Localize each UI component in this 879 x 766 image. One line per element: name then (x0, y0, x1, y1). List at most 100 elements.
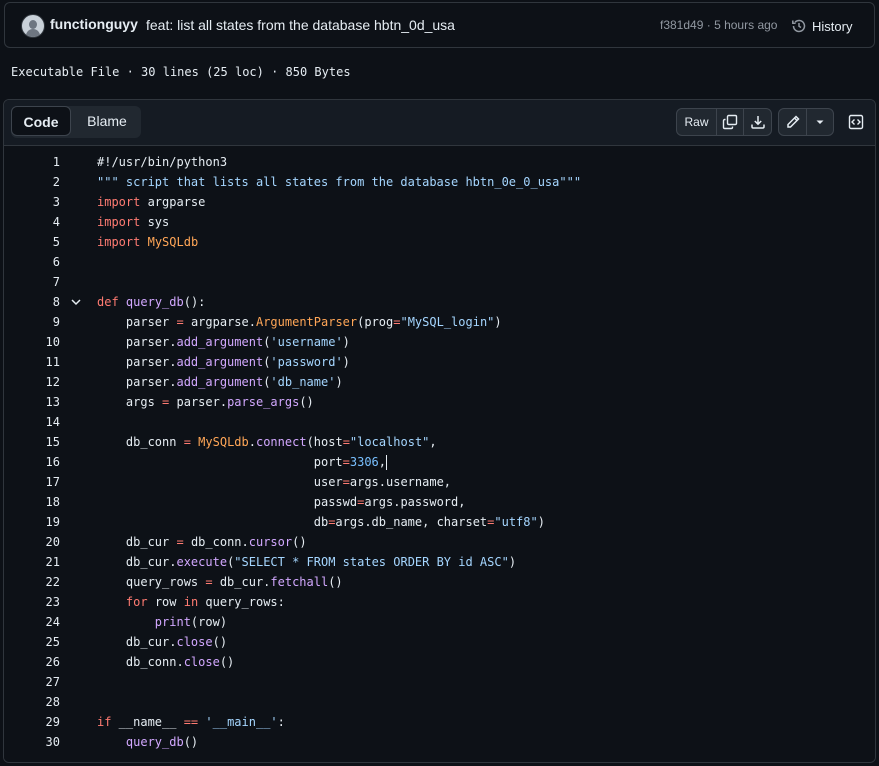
code-line[interactable]: 7 (4, 272, 875, 292)
code-text: import sys (97, 212, 169, 232)
line-number[interactable]: 8 (4, 292, 60, 312)
code-line[interactable]: 27 (4, 672, 875, 692)
code-line[interactable]: 19 db=args.db_name, charset="utf8") (4, 512, 875, 532)
code-line[interactable]: 21 db_cur.execute("SELECT * FROM states … (4, 552, 875, 572)
code-lines[interactable]: 1 #!/usr/bin/python3 2 """ script that list… (4, 146, 875, 762)
line-number[interactable]: 2 (4, 172, 60, 192)
code-token: sys (140, 215, 170, 229)
code-token: user (97, 475, 343, 489)
edit-file-button[interactable] (779, 109, 807, 135)
code-line[interactable]: 15 db_conn = MySQLdb.connect(host="local… (4, 432, 875, 452)
raw-button[interactable]: Raw (677, 109, 717, 135)
line-number[interactable]: 20 (4, 532, 60, 552)
line-number[interactable]: 26 (4, 652, 60, 672)
line-number[interactable]: 22 (4, 572, 60, 592)
line-number[interactable]: 10 (4, 332, 60, 352)
code-line[interactable]: 22 query_rows = db_cur.fetchall() (4, 572, 875, 592)
code-token: db_cur. (212, 575, 271, 589)
line-number[interactable]: 27 (4, 672, 60, 692)
line-number[interactable]: 30 (4, 732, 60, 752)
code-line[interactable]: 9 parser = argparse.ArgumentParser(prog=… (4, 312, 875, 332)
code-line[interactable]: 28 (4, 692, 875, 712)
code-token: = (176, 535, 184, 549)
code-line[interactable]: 29 if __name__ == '__main__': (4, 712, 875, 732)
copy-raw-button[interactable] (717, 109, 744, 135)
code-line[interactable]: 25 db_cur.close() (4, 632, 875, 652)
code-token: args (97, 395, 163, 409)
code-token: query_db (125, 295, 184, 309)
commit-message-link[interactable]: feat: list all states from the database … (146, 17, 455, 33)
line-number[interactable]: 6 (4, 252, 60, 272)
code-line[interactable]: 24 print(row) (4, 612, 875, 632)
code-line[interactable]: 5 import MySQLdb (4, 232, 875, 252)
line-number[interactable]: 5 (4, 232, 60, 252)
code-token: . (248, 435, 256, 449)
code-token: == (183, 715, 199, 729)
history-button[interactable]: History (791, 16, 852, 36)
line-number[interactable]: 24 (4, 612, 60, 632)
line-number[interactable]: 9 (4, 312, 60, 332)
line-number[interactable]: 3 (4, 192, 60, 212)
code-line[interactable]: 23 for row in query_rows: (4, 592, 875, 612)
fold-chevron-down-icon[interactable] (70, 296, 82, 308)
code-line[interactable]: 8 def query_db(): (4, 292, 875, 312)
code-line[interactable]: 12 parser.add_argument('db_name') (4, 372, 875, 392)
code-line[interactable]: 13 args = parser.parse_args() (4, 392, 875, 412)
code-token: "utf8" (494, 515, 538, 529)
line-number[interactable]: 4 (4, 212, 60, 232)
code-line[interactable]: 17 user=args.username, (4, 472, 875, 492)
code-line[interactable]: 11 parser.add_argument('password') (4, 352, 875, 372)
line-number[interactable]: 13 (4, 392, 60, 412)
line-number[interactable]: 18 (4, 492, 60, 512)
code-token: ) (494, 315, 502, 329)
line-number[interactable]: 25 (4, 632, 60, 652)
line-number[interactable]: 11 (4, 352, 60, 372)
code-line[interactable]: 3 import argparse (4, 192, 875, 212)
line-number[interactable]: 1 (4, 152, 60, 172)
line-number[interactable]: 23 (4, 592, 60, 612)
line-number[interactable]: 7 (4, 272, 60, 292)
code-token: db_cur. (97, 555, 177, 569)
code-line[interactable]: 4 import sys (4, 212, 875, 232)
code-token: parser. (97, 375, 177, 389)
commit-author-link[interactable]: functionguyy (50, 16, 138, 32)
code-line[interactable]: 26 db_conn.close() (4, 652, 875, 672)
code-line[interactable]: 6 (4, 252, 875, 272)
code-token: MySQLdb (198, 435, 249, 449)
line-number[interactable]: 21 (4, 552, 60, 572)
code-line[interactable]: 18 passwd=args.password, (4, 492, 875, 512)
code-line[interactable]: 30 query_db() (4, 732, 875, 752)
code-token: args.password, (364, 495, 466, 509)
line-number[interactable]: 29 (4, 712, 60, 732)
line-number[interactable]: 12 (4, 372, 60, 392)
author-avatar[interactable] (21, 14, 45, 38)
code-line[interactable]: 16 port=3306, (4, 452, 875, 472)
more-edit-options-button[interactable] (807, 109, 833, 135)
text-cursor (386, 455, 388, 470)
code-token: if (97, 715, 112, 729)
code-token: add_argument (176, 335, 264, 349)
line-number[interactable]: 28 (4, 692, 60, 712)
line-number[interactable]: 14 (4, 412, 60, 432)
code-line[interactable]: 20 db_cur = db_conn.cursor() (4, 532, 875, 552)
code-line[interactable]: 10 parser.add_argument('username') (4, 332, 875, 352)
code-viewer-header: Code Blame Raw (4, 100, 875, 146)
code-token: db_cur. (97, 635, 177, 649)
symbols-panel-button[interactable] (842, 108, 870, 136)
line-number[interactable]: 19 (4, 512, 60, 532)
code-line[interactable]: 2 """ script that lists all states from t… (4, 172, 875, 192)
edit-actions-group (778, 108, 834, 136)
line-number[interactable]: 15 (4, 432, 60, 452)
code-line[interactable]: 1 #!/usr/bin/python3 (4, 152, 875, 172)
line-number[interactable]: 16 (4, 452, 60, 472)
code-text: db_conn = MySQLdb.connect(host="localhos… (97, 432, 437, 452)
line-number[interactable]: 17 (4, 472, 60, 492)
commit-sha-link[interactable]: f381d49 (660, 18, 703, 32)
code-tab[interactable]: Code (11, 106, 71, 136)
download-button[interactable] (744, 109, 771, 135)
code-text: user=args.username, (97, 472, 451, 492)
blame-tab[interactable]: Blame (77, 106, 137, 136)
code-token: ) (342, 335, 350, 349)
code-line[interactable]: 14 (4, 412, 875, 432)
